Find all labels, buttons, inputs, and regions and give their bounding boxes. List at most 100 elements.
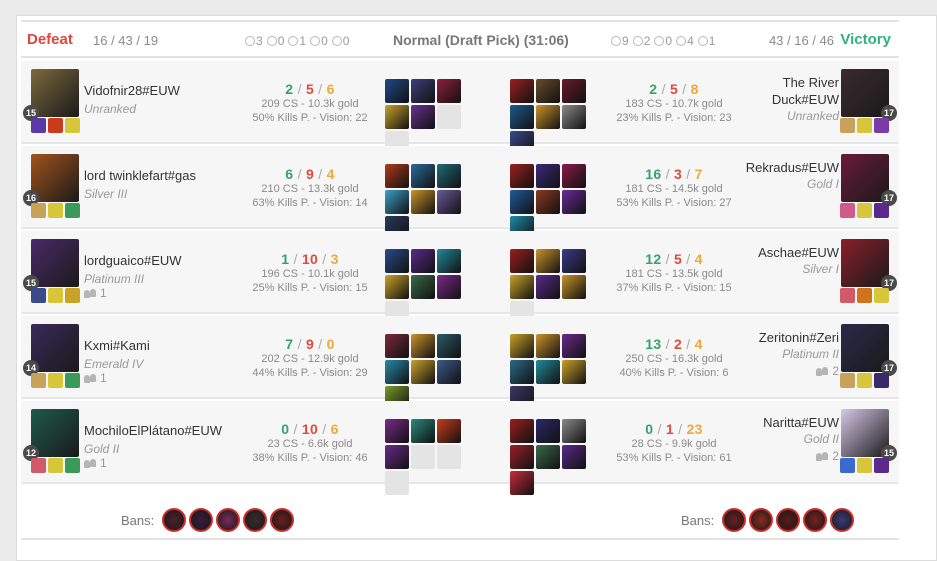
item-icon[interactable] bbox=[385, 334, 409, 358]
deaths: 1 bbox=[665, 421, 674, 437]
right-player-name[interactable]: The River Duck#EUW bbox=[772, 74, 839, 108]
item-icon[interactable] bbox=[562, 249, 586, 273]
item-icon[interactable] bbox=[510, 249, 534, 273]
left-player-name[interactable]: lordguaico#EUW bbox=[84, 253, 182, 268]
banned-champion-icon[interactable] bbox=[270, 508, 295, 532]
item-icon[interactable] bbox=[510, 164, 534, 188]
right-player-name[interactable]: Rekradus#EUW bbox=[746, 159, 839, 176]
item-icon[interactable] bbox=[385, 445, 409, 469]
item-icon[interactable] bbox=[536, 164, 560, 188]
item-icon[interactable] bbox=[536, 334, 560, 358]
item-icon[interactable] bbox=[385, 275, 409, 299]
item-icon[interactable] bbox=[437, 275, 461, 299]
item-icon[interactable] bbox=[411, 164, 435, 188]
right-player-name[interactable]: Zeritonin#Zeri bbox=[759, 329, 839, 346]
item-icon[interactable] bbox=[385, 190, 409, 214]
item-icon[interactable] bbox=[510, 445, 534, 469]
kill-participation-vision: 25% Kills P. - Vision: 15 bbox=[252, 282, 368, 294]
item-icon[interactable] bbox=[562, 419, 586, 443]
baron-count: 1 bbox=[299, 34, 307, 48]
kda-separator: / bbox=[318, 421, 331, 437]
item-icon[interactable] bbox=[437, 249, 461, 273]
item-icon[interactable] bbox=[385, 360, 409, 384]
party-icon bbox=[84, 288, 96, 298]
party-icon bbox=[816, 366, 829, 376]
item-icon[interactable] bbox=[562, 275, 586, 299]
dragon-objective: 0 bbox=[331, 34, 349, 48]
player-row: 15 Vidofnir28#EUW Unranked 2 / 5 / 6 209 CS … bbox=[21, 61, 899, 155]
item-icon[interactable] bbox=[437, 164, 461, 188]
banned-champion-icon[interactable] bbox=[243, 508, 268, 532]
item-icon[interactable] bbox=[411, 79, 435, 103]
right-player-name[interactable]: Naritta#EUW bbox=[763, 414, 839, 431]
herald-objective: 4 bbox=[676, 34, 694, 48]
banned-champion-icon[interactable] bbox=[776, 508, 801, 532]
spell-icon bbox=[48, 458, 63, 473]
item-icon[interactable] bbox=[437, 334, 461, 358]
item-icon[interactable] bbox=[437, 79, 461, 103]
item-icon[interactable] bbox=[437, 190, 461, 214]
banned-champion-icon[interactable] bbox=[189, 508, 214, 532]
item-icon[interactable] bbox=[411, 275, 435, 299]
item-icon[interactable] bbox=[562, 445, 586, 469]
item-icon[interactable] bbox=[385, 164, 409, 188]
item-icon[interactable] bbox=[437, 419, 461, 443]
item-icon[interactable] bbox=[510, 419, 534, 443]
item-icon[interactable] bbox=[536, 360, 560, 384]
item-icon[interactable] bbox=[536, 190, 560, 214]
left-player-name[interactable]: Vidofnir28#EUW bbox=[84, 83, 180, 98]
banned-champion-icon[interactable] bbox=[830, 508, 855, 532]
item-icon[interactable] bbox=[411, 105, 435, 129]
left-player-name[interactable]: MochiloElPlátano#EUW bbox=[84, 423, 222, 438]
banned-champion-icon[interactable] bbox=[722, 508, 747, 532]
right-player-name[interactable]: Aschae#EUW bbox=[758, 244, 839, 261]
item-icon[interactable] bbox=[562, 79, 586, 103]
left-items bbox=[385, 249, 463, 325]
banned-champion-icon[interactable] bbox=[803, 508, 828, 532]
item-icon[interactable] bbox=[536, 249, 560, 273]
item-icon[interactable] bbox=[411, 334, 435, 358]
item-icon[interactable] bbox=[510, 105, 534, 129]
item-icon[interactable] bbox=[411, 190, 435, 214]
item-icon[interactable] bbox=[385, 105, 409, 129]
left-player-name[interactable]: lord twinklefart#gas bbox=[84, 168, 196, 183]
item-icon[interactable] bbox=[411, 249, 435, 273]
banned-champion-icon[interactable] bbox=[749, 508, 774, 532]
item-icon[interactable] bbox=[510, 79, 534, 103]
assists: 4 bbox=[694, 336, 703, 352]
right-team-result: Victory bbox=[840, 31, 891, 48]
left-team-objectives: 30100 bbox=[245, 34, 349, 48]
right-summoner-spells bbox=[840, 118, 889, 133]
item-icon[interactable] bbox=[510, 334, 534, 358]
item-icon[interactable] bbox=[510, 190, 534, 214]
item-icon[interactable] bbox=[562, 360, 586, 384]
item-icon[interactable] bbox=[411, 360, 435, 384]
item-icon[interactable] bbox=[536, 275, 560, 299]
baron-icon bbox=[288, 36, 299, 46]
spell-icon bbox=[31, 458, 46, 473]
item-icon[interactable] bbox=[385, 249, 409, 273]
item-icon[interactable] bbox=[385, 79, 409, 103]
item-icon[interactable] bbox=[562, 105, 586, 129]
left-player-stats: 7 / 9 / 0 202 CS - 12.9k gold 44% Kills P.… bbox=[245, 336, 375, 380]
item-icon[interactable] bbox=[536, 445, 560, 469]
banned-champion-icon[interactable] bbox=[162, 508, 187, 532]
item-icon[interactable] bbox=[562, 164, 586, 188]
party-count: 1 bbox=[100, 456, 107, 470]
banned-champion-icon[interactable] bbox=[216, 508, 241, 532]
item-icon[interactable] bbox=[510, 360, 534, 384]
item-icon[interactable] bbox=[437, 360, 461, 384]
item-icon[interactable] bbox=[536, 419, 560, 443]
spell-icon bbox=[857, 203, 872, 218]
item-icon[interactable] bbox=[536, 105, 560, 129]
spell-icon bbox=[31, 203, 46, 218]
item-icon[interactable] bbox=[385, 419, 409, 443]
item-icon[interactable] bbox=[536, 79, 560, 103]
item-icon[interactable] bbox=[510, 275, 534, 299]
cs-gold: 183 CS - 10.7k gold bbox=[625, 98, 723, 110]
left-player-name[interactable]: Kxmi#Kami bbox=[84, 338, 150, 353]
item-icon[interactable] bbox=[411, 419, 435, 443]
item-icon[interactable] bbox=[510, 471, 534, 495]
item-icon[interactable] bbox=[562, 334, 586, 358]
item-icon[interactable] bbox=[562, 190, 586, 214]
